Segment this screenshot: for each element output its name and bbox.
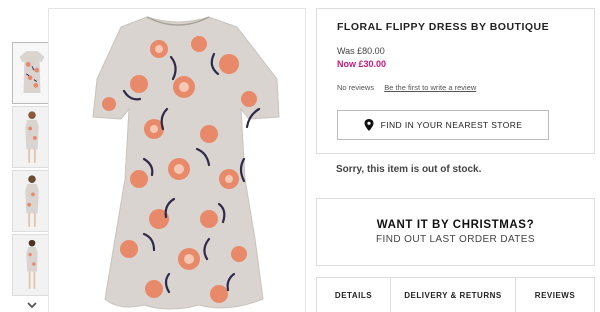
- main-product-image[interactable]: [48, 8, 306, 312]
- thumbnail-model-back[interactable]: [12, 170, 52, 232]
- stock-message: Sorry, this item is out of stock.: [336, 164, 482, 175]
- reviews-row: No reviews Be the first to write a revie…: [337, 83, 574, 92]
- find-in-store-button[interactable]: FIND IN YOUR NEAREST STORE: [337, 110, 549, 140]
- product-tabs: DETAILS DELIVERY & RETURNS REVIEWS: [316, 277, 595, 312]
- chevron-down-icon[interactable]: [24, 300, 40, 312]
- tab-reviews[interactable]: REVIEWS: [516, 278, 595, 312]
- thumbnail-front[interactable]: [12, 42, 52, 104]
- write-review-link[interactable]: Be the first to write a review: [384, 83, 476, 92]
- product-info-panel: FLORAL FLIPPY DRESS BY BOUTIQUE Was £80.…: [316, 8, 595, 154]
- find-in-store-label: FIND IN YOUR NEAREST STORE: [380, 120, 523, 130]
- product-title: FLORAL FLIPPY DRESS BY BOUTIQUE: [337, 21, 550, 33]
- thumbnail-list: [12, 42, 52, 298]
- thumbnail-model-full[interactable]: [12, 234, 52, 296]
- promo-subtitle: FIND OUT LAST ORDER DATES: [376, 234, 535, 245]
- tab-details[interactable]: DETAILS: [316, 278, 391, 312]
- was-price: Was £80.00: [337, 46, 385, 56]
- thumbnail-model-front[interactable]: [12, 106, 52, 168]
- christmas-promo-banner[interactable]: WANT IT BY CHRISTMAS? FIND OUT LAST ORDE…: [316, 198, 595, 266]
- now-price: Now £30.00: [337, 59, 387, 69]
- promo-title: WANT IT BY CHRISTMAS?: [376, 219, 535, 231]
- tab-delivery-returns[interactable]: DELIVERY & RETURNS: [391, 278, 516, 312]
- dress-illustration: [49, 9, 305, 312]
- reviews-count: No reviews: [337, 83, 375, 92]
- map-pin-icon: [364, 119, 374, 131]
